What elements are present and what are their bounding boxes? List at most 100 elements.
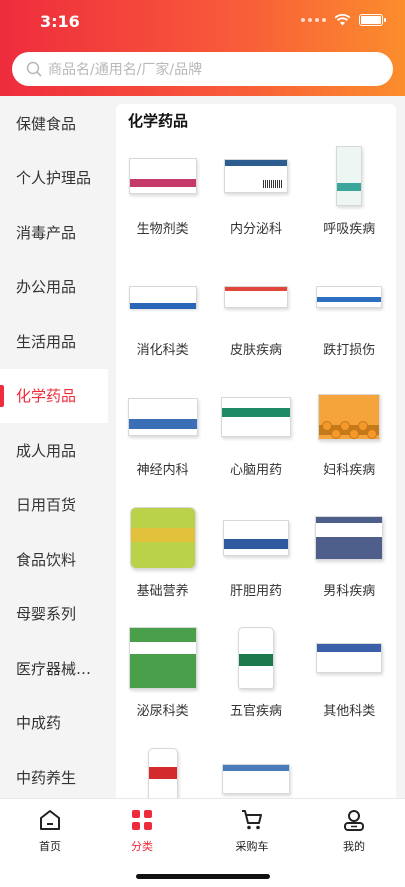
sidebar-item-label: 成人用品 bbox=[16, 441, 77, 460]
sidebar-item[interactable]: 消毒产品 bbox=[0, 205, 108, 260]
subcategory-item[interactable]: 生物剂类 bbox=[116, 142, 209, 263]
tab-item[interactable]: 我的 bbox=[324, 809, 384, 854]
product-image bbox=[126, 142, 200, 210]
sidebar-item[interactable]: 生活用品 bbox=[0, 314, 108, 369]
product-image bbox=[312, 383, 386, 451]
sidebar-item-label: 食品饮料 bbox=[16, 550, 77, 569]
cart-icon bbox=[240, 809, 264, 835]
tab-item[interactable]: 首页 bbox=[20, 809, 80, 854]
subcategory-label: 五官疾病 bbox=[229, 704, 282, 719]
subcategory-item[interactable]: 心脑用药 bbox=[209, 383, 302, 504]
tab-label: 我的 bbox=[343, 840, 365, 853]
sidebar-item-label: 母婴系列 bbox=[16, 605, 77, 624]
product-image bbox=[312, 263, 386, 331]
sidebar-item-label: 个人护理品 bbox=[16, 169, 92, 188]
tab-item[interactable]: 分类 bbox=[112, 809, 172, 854]
search-placeholder: 商品名/通用名/厂家/品牌 bbox=[48, 62, 203, 78]
tab-label: 分类 bbox=[131, 840, 153, 853]
product-image bbox=[126, 263, 200, 331]
subcategory-label: 内分泌科 bbox=[229, 222, 282, 237]
subcategory-label: 其他科类 bbox=[323, 704, 376, 719]
sidebar-item[interactable]: 个人护理品 bbox=[0, 151, 108, 206]
subcategory-item[interactable]: 泌尿科类 bbox=[116, 624, 209, 745]
sidebar-item[interactable]: 中药养生 bbox=[0, 750, 108, 798]
product-image bbox=[219, 263, 293, 331]
signal-icon bbox=[301, 18, 326, 22]
product-image bbox=[219, 142, 293, 210]
subcategory-label: 妇科疾病 bbox=[323, 463, 376, 478]
status-icons bbox=[301, 14, 386, 26]
subcategory-item[interactable]: 跌打损伤 bbox=[303, 263, 396, 384]
subcategory-item[interactable]: 肝胆用药 bbox=[209, 504, 302, 625]
sidebar-item[interactable]: 化学药品 bbox=[0, 368, 108, 423]
sidebar-item[interactable]: 医疗器械部... bbox=[0, 641, 108, 696]
product-image bbox=[219, 745, 293, 799]
sidebar-item-label: 办公用品 bbox=[16, 278, 77, 297]
subcategory-item[interactable]: 基础营养 bbox=[116, 504, 209, 625]
subcategory-label: 神经内科 bbox=[136, 463, 189, 478]
category-icon bbox=[131, 809, 153, 835]
sidebar-item-label: 生活用品 bbox=[16, 332, 77, 351]
wifi-icon bbox=[334, 14, 351, 26]
subcategory-label: 基础营养 bbox=[136, 583, 189, 599]
home-indicator bbox=[136, 874, 270, 879]
profile-icon bbox=[342, 809, 366, 835]
product-image bbox=[312, 624, 386, 692]
subcategory-item[interactable] bbox=[116, 745, 209, 798]
product-image bbox=[126, 745, 200, 798]
status-time: 3:16 bbox=[40, 12, 80, 31]
sidebar-item[interactable]: 母婴系列 bbox=[0, 587, 108, 642]
sidebar-item[interactable]: 日用百货 bbox=[0, 478, 108, 533]
sidebar-item-label: 化学药品 bbox=[16, 387, 77, 406]
category-sidebar: 保健食品个人护理品消毒产品办公用品生活用品化学药品成人用品日用百货食品饮料母婴系… bbox=[0, 96, 108, 798]
product-image bbox=[126, 504, 200, 572]
subcategory-item[interactable]: 妇科疾病 bbox=[303, 383, 396, 504]
header-bar: 3:16 商品名/通用名/厂家/品牌 bbox=[0, 0, 405, 96]
subcategory-label: 生物剂类 bbox=[136, 222, 189, 237]
sidebar-item[interactable]: 成人用品 bbox=[0, 423, 108, 478]
sidebar-item[interactable]: 中成药 bbox=[0, 696, 108, 751]
battery-icon bbox=[359, 14, 386, 26]
home-icon bbox=[38, 809, 62, 835]
sidebar-item-label: 中成药 bbox=[16, 714, 62, 733]
tab-item[interactable]: 采购车 bbox=[222, 809, 282, 854]
sidebar-item-label: 日用百货 bbox=[16, 496, 77, 515]
product-image bbox=[219, 504, 293, 572]
sidebar-item-label: 消毒产品 bbox=[16, 223, 77, 242]
subcategory-item[interactable]: 呼吸疾病 bbox=[303, 142, 396, 263]
subcategory-item[interactable]: 其他科类 bbox=[303, 624, 396, 745]
subcategory-item[interactable]: 五官疾病 bbox=[209, 624, 302, 745]
sidebar-item[interactable]: 办公用品 bbox=[0, 260, 108, 315]
subcategory-label: 皮肤疾病 bbox=[229, 342, 282, 358]
subcategory-item[interactable] bbox=[209, 745, 302, 799]
sidebar-item-label: 医疗器械部... bbox=[16, 659, 104, 678]
product-image bbox=[312, 504, 386, 572]
subcategory-label: 消化科类 bbox=[136, 342, 189, 358]
subcategory-label: 泌尿科类 bbox=[136, 704, 189, 719]
product-image bbox=[126, 383, 200, 451]
sidebar-item-label: 中药养生 bbox=[16, 768, 77, 787]
search-input[interactable]: 商品名/通用名/厂家/品牌 bbox=[12, 52, 393, 86]
subcategory-label: 肝胆用药 bbox=[229, 583, 282, 599]
panel-title: 化学药品 bbox=[128, 112, 189, 130]
sidebar-item[interactable]: 食品饮料 bbox=[0, 532, 108, 587]
search-icon bbox=[26, 61, 42, 77]
subcategory-label: 跌打损伤 bbox=[323, 342, 376, 358]
product-image bbox=[312, 142, 386, 210]
subcategory-item[interactable]: 神经内科 bbox=[116, 383, 209, 504]
subcategory-label: 呼吸疾病 bbox=[323, 222, 376, 237]
subcategory-item[interactable]: 内分泌科 bbox=[209, 142, 302, 263]
subcategory-item[interactable]: 皮肤疾病 bbox=[209, 263, 302, 384]
subcategory-label: 心脑用药 bbox=[229, 463, 282, 478]
sidebar-item[interactable]: 保健食品 bbox=[0, 96, 108, 151]
product-image bbox=[126, 624, 200, 692]
product-image bbox=[219, 383, 293, 451]
subcategory-item[interactable]: 男科疾病 bbox=[303, 504, 396, 625]
tab-label: 首页 bbox=[39, 840, 61, 853]
tab-label: 采购车 bbox=[235, 840, 269, 853]
subcategory-label: 男科疾病 bbox=[323, 583, 376, 599]
subcategory-panel: 化学药品 生物剂类 内分泌科 呼吸疾病消化科类 皮肤疾病 跌打损伤神经内科 心脑用药 妇科疾… bbox=[116, 104, 396, 798]
subcategory-item[interactable]: 消化科类 bbox=[116, 263, 209, 384]
sidebar-item-label: 保健食品 bbox=[16, 114, 77, 133]
subcategory-grid: 生物剂类 内分泌科 呼吸疾病消化科类 皮肤疾病 跌打损伤神经内科 心脑用药 妇科疾病基础营养… bbox=[116, 142, 396, 798]
